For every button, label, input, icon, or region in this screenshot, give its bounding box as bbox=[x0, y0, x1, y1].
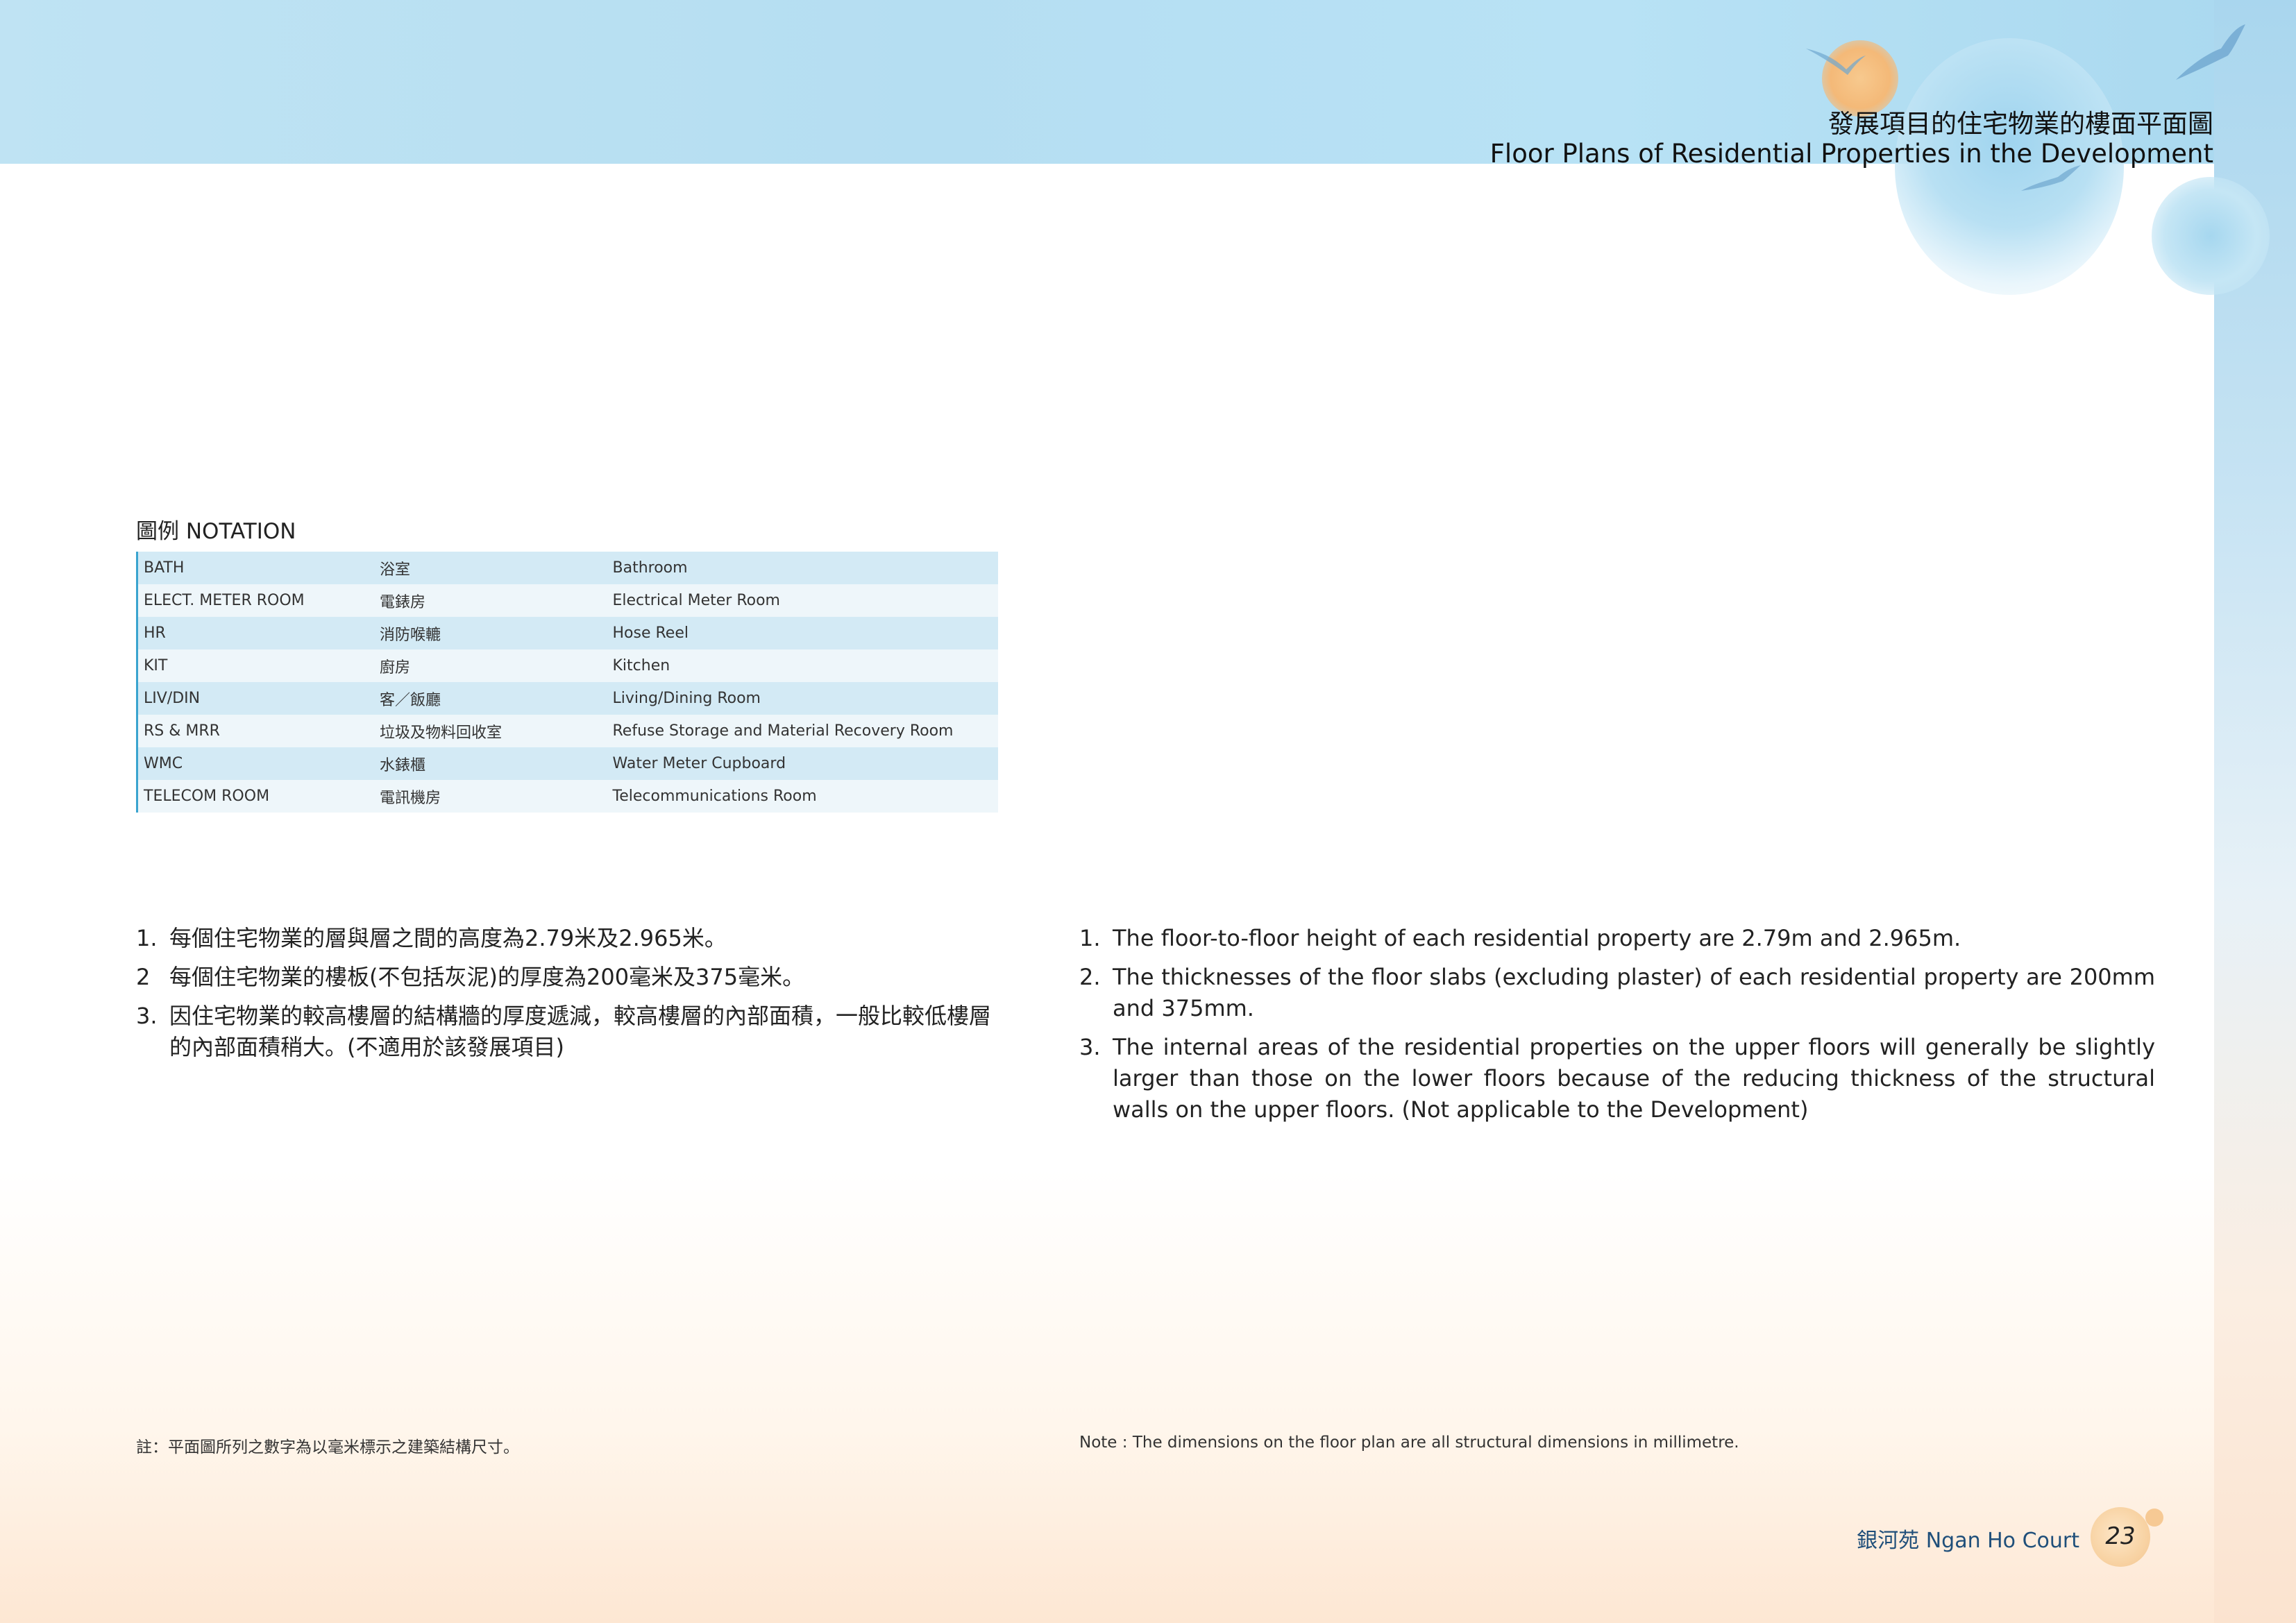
notation-zh: 電訊機房 bbox=[374, 780, 607, 813]
notation-zh: 消防喉轆 bbox=[374, 617, 607, 649]
footnote-zh: 註：平面圖所列之數字為以毫米標示之建築結構尺寸。 bbox=[136, 1438, 519, 1456]
table-row: HR 消防喉轆 Hose Reel bbox=[137, 617, 998, 649]
list-item: 1. The floor-to-floor height of each res… bbox=[1079, 923, 2155, 954]
notation-title: 圖例 NOTATION bbox=[136, 519, 296, 544]
notes-list-zh: 1. 每個住宅物業的層與層之間的高度為2.79米及2.965米。 2 每個住宅物… bbox=[136, 923, 998, 1071]
notation-zh: 浴室 bbox=[374, 552, 607, 584]
bird-icon bbox=[1806, 49, 1866, 75]
page-number: 23 bbox=[2105, 1522, 2136, 1550]
notation-en: Bathroom bbox=[607, 552, 998, 584]
list-item: 3. 因住宅物業的較高樓層的結構牆的厚度遞減，較高樓層的內部面積，一般比較低樓層… bbox=[136, 1001, 998, 1063]
notation-zh: 廚房 bbox=[374, 649, 607, 682]
list-item: 1. 每個住宅物業的層與層之間的高度為2.79米及2.965米。 bbox=[136, 923, 998, 954]
notation-abbr: ELECT. METER ROOM bbox=[137, 584, 374, 617]
table-row: ELECT. METER ROOM 電錶房 Electrical Meter R… bbox=[137, 584, 998, 617]
notation-zh: 垃圾及物料回收室 bbox=[374, 715, 607, 747]
notation-en: Refuse Storage and Material Recovery Roo… bbox=[607, 715, 998, 747]
note-text: 每個住宅物業的層與層之間的高度為2.79米及2.965米。 bbox=[169, 925, 727, 951]
notation-en: Water Meter Cupboard bbox=[607, 747, 998, 780]
note-text: The internal areas of the residential pr… bbox=[1113, 1034, 2155, 1123]
note-number: 2 bbox=[136, 964, 151, 990]
note-text: 因住宅物業的較高樓層的結構牆的厚度遞減，較高樓層的內部面積，一般比較低樓層的內部… bbox=[169, 1003, 992, 1060]
notation-abbr: RS & MRR bbox=[137, 715, 374, 747]
table-row: TELECOM ROOM 電訊機房 Telecommunications Roo… bbox=[137, 780, 998, 813]
development-name: 銀河苑 Ngan Ho Court bbox=[1857, 1529, 2079, 1553]
notation-zh: 水錶櫃 bbox=[374, 747, 607, 780]
notation-en: Kitchen bbox=[607, 649, 998, 682]
notation-abbr: WMC bbox=[137, 747, 374, 780]
note-text: The thicknesses of the floor slabs (excl… bbox=[1113, 964, 2155, 1021]
notation-abbr: BATH bbox=[137, 552, 374, 584]
notation-en: Telecommunications Room bbox=[607, 780, 998, 813]
notation-en: Living/Dining Room bbox=[607, 682, 998, 715]
page-title-en: Floor Plans of Residential Properties in… bbox=[1489, 139, 2213, 169]
notation-abbr: TELECOM ROOM bbox=[137, 780, 374, 813]
table-row: WMC 水錶櫃 Water Meter Cupboard bbox=[137, 747, 998, 780]
note-number: 2. bbox=[1079, 964, 1101, 990]
footnote-en: Note : The dimensions on the floor plan … bbox=[1079, 1434, 1739, 1452]
list-item: 2. The thicknesses of the floor slabs (e… bbox=[1079, 962, 2155, 1024]
table-row: RS & MRR 垃圾及物料回收室 Refuse Storage and Mat… bbox=[137, 715, 998, 747]
list-item: 3. The internal areas of the residential… bbox=[1079, 1032, 2155, 1125]
table-row: KIT 廚房 Kitchen bbox=[137, 649, 998, 682]
note-text: The floor-to-floor height of each reside… bbox=[1113, 925, 1961, 951]
table-row: BATH 浴室 Bathroom bbox=[137, 552, 998, 584]
note-number: 3. bbox=[1079, 1034, 1101, 1060]
table-row: LIV/DIN 客／飯廳 Living/Dining Room bbox=[137, 682, 998, 715]
list-item: 2 每個住宅物業的樓板(不包括灰泥)的厚度為200毫米及375毫米。 bbox=[136, 962, 998, 993]
notation-zh: 客／飯廳 bbox=[374, 682, 607, 715]
note-number: 1. bbox=[136, 925, 158, 951]
note-text: 每個住宅物業的樓板(不包括灰泥)的厚度為200毫米及375毫米。 bbox=[169, 964, 805, 990]
notation-abbr: HR bbox=[137, 617, 374, 649]
notation-abbr: KIT bbox=[137, 649, 374, 682]
watercolor-small-circle-decoration bbox=[2152, 177, 2270, 295]
bird-icon bbox=[2176, 24, 2245, 80]
page-title-zh: 發展項目的住宅物業的樓面平面圖 bbox=[1828, 109, 2213, 139]
note-number: 1. bbox=[1079, 925, 1101, 951]
notation-en: Hose Reel bbox=[607, 617, 998, 649]
notes-list-en: 1. The floor-to-floor height of each res… bbox=[1079, 923, 2155, 1133]
notation-table: BATH 浴室 Bathroom ELECT. METER ROOM 電錶房 E… bbox=[136, 552, 998, 813]
note-number: 3. bbox=[136, 1003, 158, 1029]
notation-abbr: LIV/DIN bbox=[137, 682, 374, 715]
notation-en: Electrical Meter Room bbox=[607, 584, 998, 617]
notation-zh: 電錶房 bbox=[374, 584, 607, 617]
